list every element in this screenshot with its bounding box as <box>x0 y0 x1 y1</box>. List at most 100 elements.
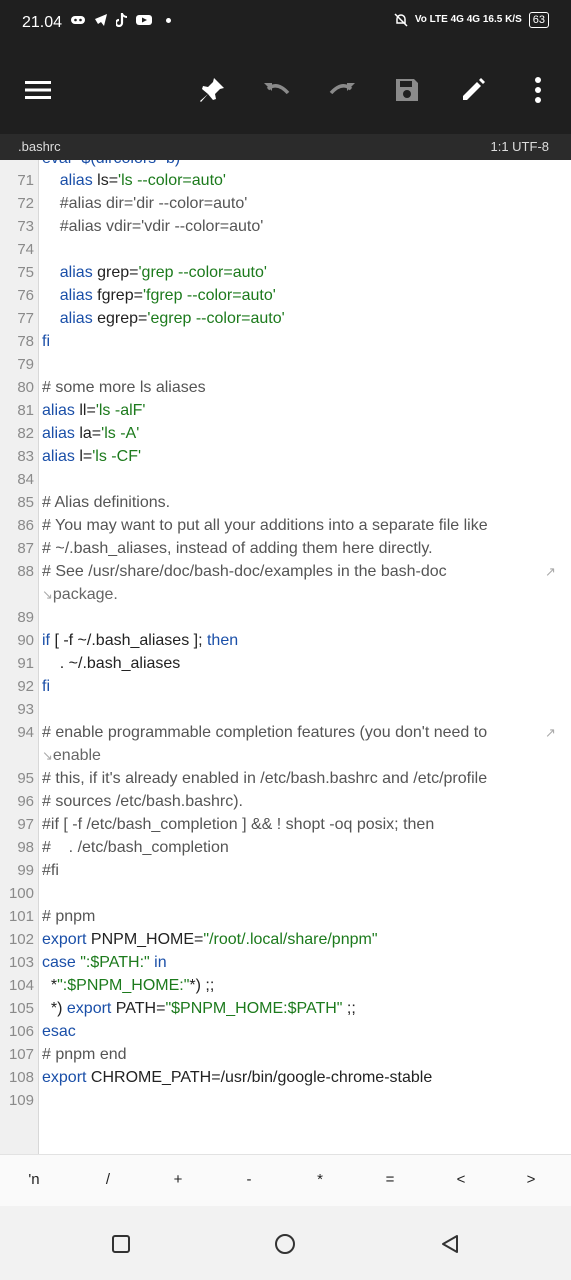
system-nav-bar <box>0 1206 571 1280</box>
save-button[interactable] <box>389 72 425 108</box>
line-number: 78 <box>17 333 34 350</box>
code-line[interactable]: 104 *":$PNPM_HOME:"*) ;; <box>0 974 571 997</box>
code-line[interactable]: 94 # enable programmable completion featu… <box>0 721 571 744</box>
telegram-icon <box>95 14 107 26</box>
more-vert-icon <box>535 77 541 103</box>
code-line[interactable]: 84 <box>0 468 571 491</box>
code-line[interactable]: 108 export CHROME_PATH=/usr/bin/google-ch… <box>0 1066 571 1089</box>
code-line[interactable]: 81 alias ll='ls -alF' <box>0 399 571 422</box>
symbol-key-equals[interactable]: = <box>370 1171 410 1188</box>
code-line[interactable]: 102 export PNPM_HOME="/root/.local/share/… <box>0 928 571 951</box>
line-number: 109 <box>8 1092 34 1109</box>
recents-icon <box>112 1235 130 1253</box>
code-line[interactable]: 78 fi <box>0 330 571 353</box>
line-number: 80 <box>17 379 34 396</box>
symbol-key-plus[interactable]: + <box>158 1171 198 1188</box>
code-line[interactable]: 92 fi <box>0 675 571 698</box>
code-line[interactable]: 106 esac <box>0 1020 571 1043</box>
symbol-key-slash[interactable]: / <box>88 1171 128 1188</box>
line-number: 74 <box>17 241 34 258</box>
code-line[interactable]: 86 # You may want to put all your additio… <box>0 514 571 537</box>
home-button[interactable] <box>271 1230 299 1258</box>
file-info-bar: .bashrc 1:1 UTF-8 <box>0 134 571 160</box>
notification-icons <box>70 13 171 27</box>
symbol-key-less-than[interactable]: < <box>441 1171 481 1188</box>
code-line[interactable]: 82 alias la='ls -A' <box>0 422 571 445</box>
code-line[interactable]: 74 <box>0 238 571 261</box>
back-button[interactable] <box>436 1230 464 1258</box>
tiktok-icon <box>116 13 128 27</box>
code-line[interactable]: 75 alias grep='grep --color=auto' <box>0 261 571 284</box>
more-options-button[interactable] <box>520 72 556 108</box>
code-line[interactable]: 79 <box>0 353 571 376</box>
line-text: alias ll='ls -alF' <box>42 402 146 419</box>
code-line[interactable]: 85 # Alias definitions. <box>0 491 571 514</box>
line-number: 88 <box>17 563 34 580</box>
code-line-wrapped[interactable]: ↘enable <box>0 744 571 767</box>
line-text: # ~/.bash_aliases, instead of adding the… <box>42 540 433 557</box>
line-number: 82 <box>17 425 34 442</box>
line-text: export PNPM_HOME="/root/.local/share/pnp… <box>42 931 378 948</box>
symbol-key-quote-n[interactable]: 'n <box>14 1171 54 1188</box>
code-line[interactable]: 87 # ~/.bash_aliases, instead of adding t… <box>0 537 571 560</box>
line-text: export CHROME_PATH=/usr/bin/google-chrom… <box>42 1069 433 1086</box>
line-text: #alias vdir='vdir --color=auto' <box>42 218 264 235</box>
code-line[interactable]: 95 # this, if it's already enabled in /et… <box>0 767 571 790</box>
line-text: esac <box>42 1023 76 1040</box>
code-line[interactable]: 99 #fi <box>0 859 571 882</box>
code-line[interactable]: 97 #if [ -f /etc/bash_completion ] && ! s… <box>0 813 571 836</box>
symbol-key-minus[interactable]: - <box>229 1171 269 1188</box>
line-text: alias l='ls -CF' <box>42 448 142 465</box>
symbol-key-asterisk[interactable]: * <box>300 1171 340 1188</box>
line-text: # Alias definitions. <box>42 494 171 511</box>
code-line[interactable]: 105 *) export PATH="$PNPM_HOME:$PATH" ;; <box>0 997 571 1020</box>
code-line[interactable]: 76 alias fgrep='fgrep --color=auto' <box>0 284 571 307</box>
code-line[interactable]: 109 <box>0 1089 571 1112</box>
code-line[interactable]: 72 #alias dir='dir --color=auto' <box>0 192 571 215</box>
code-line-wrapped[interactable]: ↘package. <box>0 583 571 606</box>
discord-icon <box>71 16 85 24</box>
code-line[interactable]: 80 # some more ls aliases <box>0 376 571 399</box>
redo-button[interactable] <box>324 72 360 108</box>
line-text: fi <box>42 333 50 350</box>
line-number: 77 <box>17 310 34 327</box>
code-line[interactable]: 91 . ~/.bash_aliases <box>0 652 571 675</box>
save-icon <box>396 79 418 101</box>
recents-button[interactable] <box>107 1230 135 1258</box>
menu-button[interactable] <box>20 72 56 108</box>
youtube-icon <box>136 15 152 25</box>
code-line[interactable]: 71 alias ls='ls --color=auto' <box>0 169 571 192</box>
code-editor[interactable]: eval "$(dircolors -b)" 71 alias ls='ls -… <box>0 160 571 1154</box>
line-text: # pnpm end <box>42 1046 127 1063</box>
wrap-continuation-icon: ↘ <box>42 587 53 602</box>
code-line[interactable]: 90 if [ -f ~/.bash_aliases ]; then <box>0 629 571 652</box>
code-line[interactable]: 73 #alias vdir='vdir --color=auto' <box>0 215 571 238</box>
line-number: 93 <box>17 701 34 718</box>
line-number: 107 <box>8 1046 34 1063</box>
line-text: case ":$PATH:" in <box>42 954 167 971</box>
line-text: . ~/.bash_aliases <box>42 655 181 672</box>
undo-icon <box>264 83 290 95</box>
code-line[interactable]: 88 # See /usr/share/doc/bash-doc/examples… <box>0 560 571 583</box>
code-line[interactable]: 101 # pnpm <box>0 905 571 928</box>
code-line[interactable]: 83 alias l='ls -CF' <box>0 445 571 468</box>
edit-button[interactable] <box>455 72 491 108</box>
undo-button[interactable] <box>259 72 295 108</box>
code-line[interactable]: 107 # pnpm end <box>0 1043 571 1066</box>
home-icon <box>275 1234 295 1254</box>
code-line[interactable]: 103 case ":$PATH:" in <box>0 951 571 974</box>
pin-button[interactable] <box>194 72 230 108</box>
code-line[interactable]: 96 # sources /etc/bash.bashrc). <box>0 790 571 813</box>
code-line[interactable]: 77 alias egrep='egrep --color=auto' <box>0 307 571 330</box>
symbol-key-greater-than[interactable]: > <box>511 1171 551 1188</box>
code-line[interactable]: 100 <box>0 882 571 905</box>
code-line[interactable]: 89 <box>0 606 571 629</box>
file-name-tab[interactable]: .bashrc <box>18 139 61 154</box>
line-number: 83 <box>17 448 34 465</box>
code-line[interactable]: 93 <box>0 698 571 721</box>
app-toolbar <box>0 46 571 134</box>
line-number: 94 <box>17 724 34 741</box>
battery-icon: 63 <box>528 12 549 28</box>
code-line[interactable]: 98 # . /etc/bash_completion <box>0 836 571 859</box>
back-icon <box>442 1235 458 1253</box>
